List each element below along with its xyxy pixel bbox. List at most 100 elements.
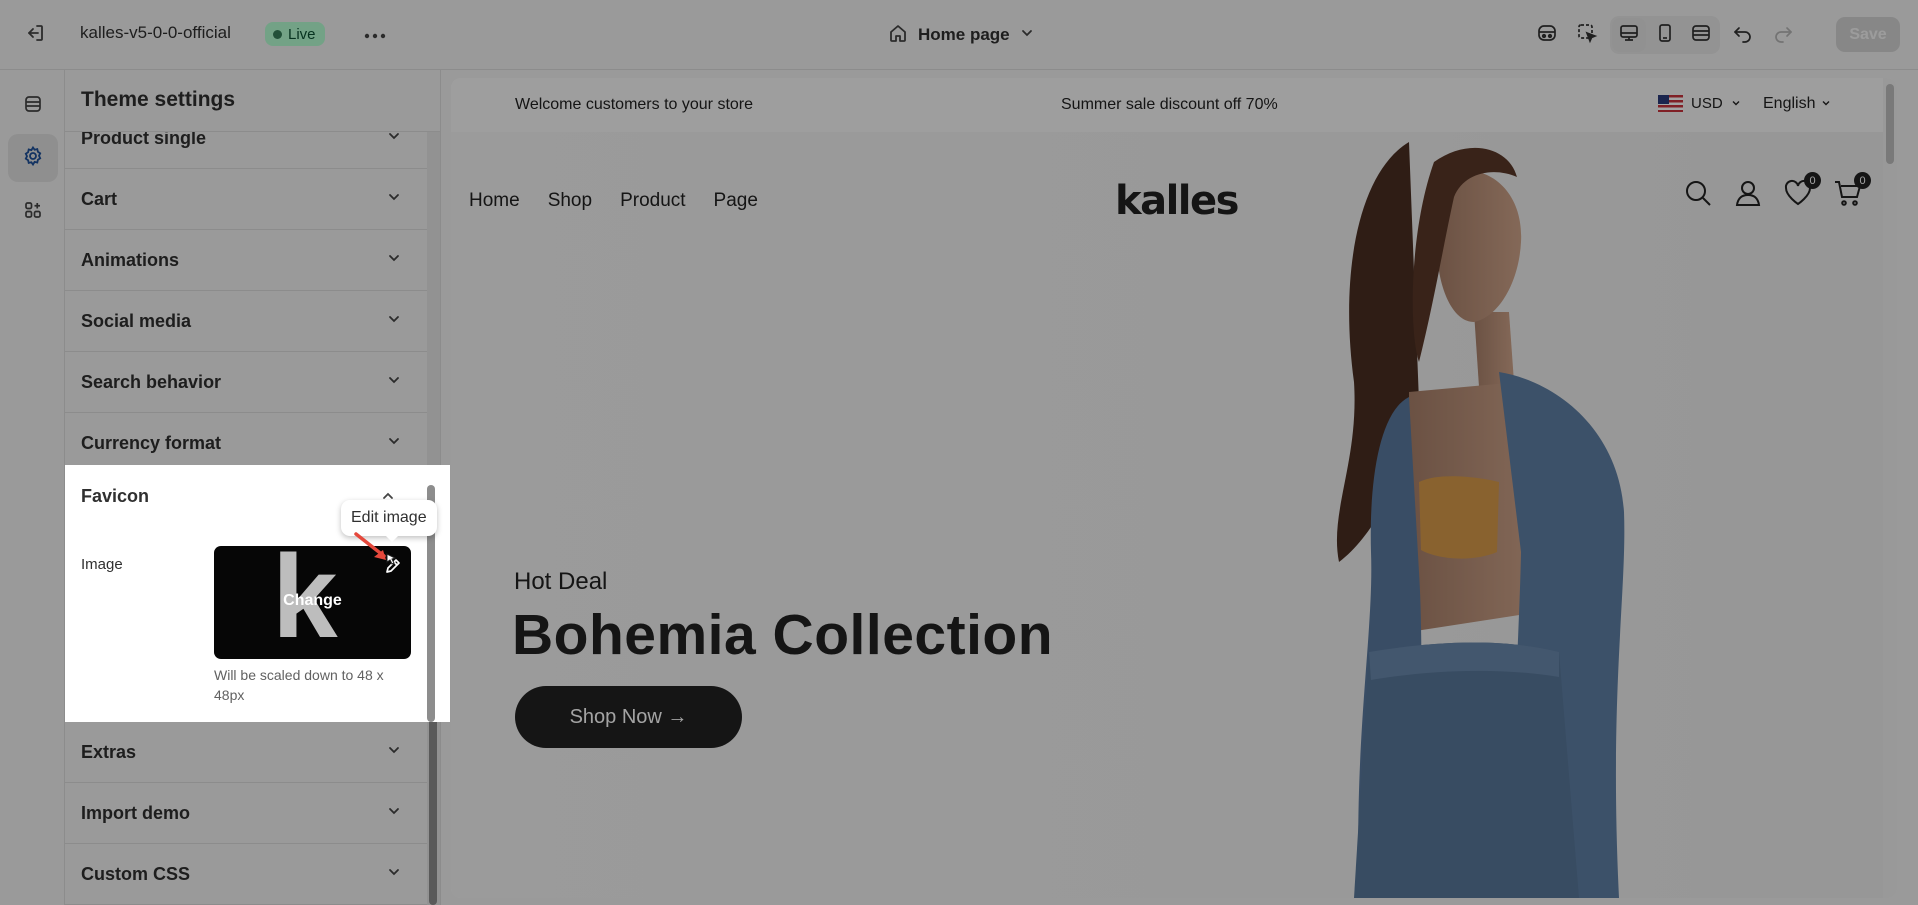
hero-model-image [1336,142,1625,898]
editor-side-rail [0,70,65,905]
fullscreen-icon [1690,22,1712,49]
nav-link-home[interactable]: Home [469,190,520,212]
chevron-down-icon [387,865,401,884]
section-search-behavior[interactable]: Search behavior [65,352,427,413]
account-icon [1733,181,1763,212]
section-label: Custom CSS [81,863,191,884]
select-icon [1576,22,1598,49]
inspector-icon [1536,22,1558,49]
chevron-down-icon [1821,95,1831,113]
section-animations[interactable]: Animations [65,230,427,291]
header-icons: 0 0 [1683,172,1871,208]
mobile-icon [1654,22,1676,49]
search-icon [1683,181,1713,212]
annotation-arrow-icon [354,532,397,565]
chevron-down-icon [387,804,401,823]
cart-icon [1833,181,1863,212]
desktop-view-button[interactable] [1612,18,1646,52]
device-preview-toggle [1610,16,1720,54]
undo-icon [1732,22,1754,49]
more-actions-button[interactable] [362,22,388,48]
account-button[interactable] [1733,178,1763,208]
page-selector[interactable]: Home page [888,22,1034,48]
storefront-preview: Welcome customers to your store Summer s… [451,78,1897,898]
store-name: kalles-v5-0-0-official [80,23,231,42]
nav-link-product[interactable]: Product [620,190,685,212]
editor-topbar: kalles-v5-0-0-official Live Home page Sa… [0,0,1918,70]
chevron-down-icon [1731,95,1741,112]
chevron-down-icon [387,190,401,209]
chevron-down-icon [387,373,401,392]
redo-icon [1772,22,1794,49]
preview-scrollbar-track [1883,78,1897,898]
section-social-media[interactable]: Social media [65,291,427,352]
section-label: Social media [81,310,192,331]
theme-settings-rail-button[interactable] [8,134,58,182]
section-custom-css[interactable]: Custom CSS [65,844,427,905]
hero-banner [451,132,1897,898]
save-button[interactable]: Save [1836,17,1900,52]
flag-icon [1658,95,1683,112]
currency-selector[interactable]: USD [1658,95,1741,112]
hero-title: Bohemia Collection [512,603,1054,667]
favicon-heading[interactable]: Favicon [81,486,149,507]
mobile-view-button[interactable] [1648,18,1682,52]
section-label: Search behavior [81,371,222,392]
exit-icon [24,22,46,49]
change-image-label: Change [283,592,342,609]
wishlist-button[interactable]: 0 [1783,172,1821,208]
section-label: Cart [81,188,118,209]
announcement-welcome: Welcome customers to your store [515,96,754,113]
store-logo[interactable]: kalles [1115,178,1239,224]
apps-icon [23,200,43,225]
section-cart[interactable]: Cart [65,169,427,230]
desktop-icon [1618,22,1640,49]
announcement-bar: Welcome customers to your store Summer s… [451,78,1897,132]
inspector-button[interactable] [1530,18,1564,52]
language-label: English [1763,95,1816,112]
favicon-image-label: Image [81,556,123,573]
shop-now-button[interactable]: Shop Now → [515,686,742,748]
exit-button[interactable] [22,22,48,48]
nav-link-shop[interactable]: Shop [548,190,592,212]
undo-button[interactable] [1726,18,1760,52]
cart-button[interactable]: 0 [1833,172,1871,208]
more-icon [364,26,386,44]
panel-header: Theme settings [65,70,440,132]
select-element-button[interactable] [1570,18,1604,52]
page-selector-label: Home page [918,25,1010,44]
section-label: Import demo [81,802,191,823]
settings-gear-icon [22,145,44,172]
chevron-down-icon [387,743,401,762]
panel-title: Theme settings [81,88,236,111]
favicon-help-text: Will be scaled down to 48 x 48px [214,667,384,703]
wishlist-count-badge: 0 [1804,172,1821,189]
live-status-label: Live [288,25,316,43]
section-label: Extras [81,741,137,762]
nav-link-page[interactable]: Page [714,190,758,212]
home-icon [888,23,908,48]
redo-button[interactable] [1766,18,1800,52]
chevron-down-icon [387,434,401,453]
sections-rail-button[interactable] [8,82,58,130]
editor-toolbar [1530,16,1800,54]
section-label: Animations [81,249,180,270]
section-extras[interactable]: Extras [65,722,427,783]
section-import-demo[interactable]: Import demo [65,783,427,844]
announcement-sale: Summer sale discount off 70% [1061,96,1278,113]
chevron-down-icon [1020,25,1034,45]
fullscreen-view-button[interactable] [1684,18,1718,52]
hero-kicker: Hot Deal [514,568,608,595]
wishlist-heart-icon [1783,179,1813,212]
sections-icon [23,94,43,119]
currency-label: USD [1691,95,1723,112]
preview-scrollbar[interactable] [1886,84,1894,164]
language-selector[interactable]: English [1763,95,1831,113]
chevron-down-icon [387,251,401,270]
cart-count-badge: 0 [1854,172,1871,189]
search-button[interactable] [1683,178,1713,208]
chevron-down-icon [387,312,401,331]
apps-rail-button[interactable] [8,188,58,236]
status-dot-icon [273,29,282,39]
main-navigation: Home Shop Product Page [469,190,758,212]
